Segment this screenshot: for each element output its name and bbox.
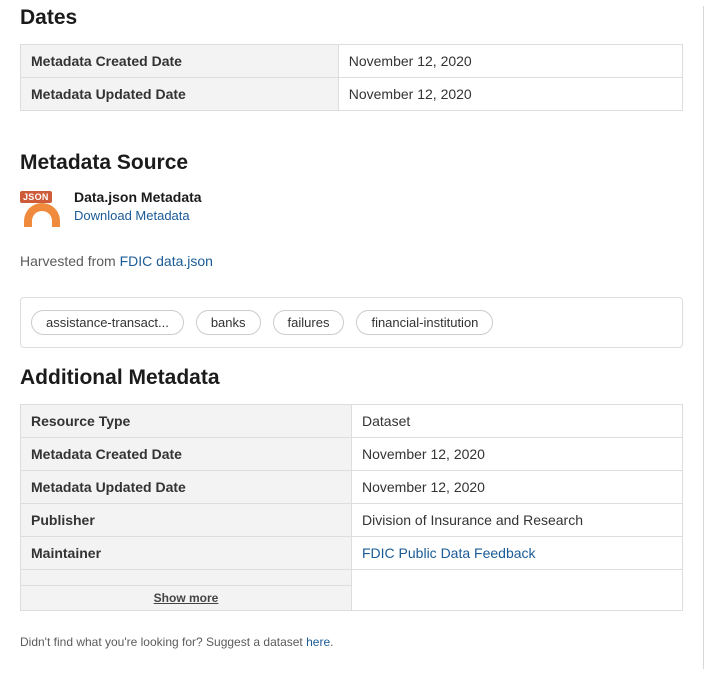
show-more-cell: Show more [21,586,352,611]
tag-item[interactable]: failures [273,310,345,335]
addl-label-4: Maintainer [21,537,352,570]
dates-table: Metadata Created Date November 12, 2020 … [20,44,683,111]
footer-note: Didn't find what you're looking for? Sug… [20,635,683,649]
table-row: Resource Type Dataset [21,405,683,438]
maintainer-link[interactable]: FDIC Public Data Feedback [362,545,536,561]
empty-td [352,570,683,611]
download-metadata-link[interactable]: Download Metadata [74,208,190,223]
tags-container: assistance-transact... banks failures fi… [20,297,683,348]
footer-period: . [330,635,333,649]
table-row: Maintainer FDIC Public Data Feedback [21,537,683,570]
metadata-source-row: JSON Data.json Metadata Download Metadat… [20,189,683,227]
addl-value-2: November 12, 2020 [352,471,683,504]
metadata-source-title: Data.json Metadata [74,189,202,205]
footer-text: Didn't find what you're looking for? Sug… [20,635,306,649]
table-row: Metadata Updated Date November 12, 2020 [21,471,683,504]
dates-label-1: Metadata Updated Date [21,78,339,111]
additional-metadata-heading: Additional Metadata [20,366,683,390]
addl-value-4: FDIC Public Data Feedback [352,537,683,570]
dates-value-1: November 12, 2020 [338,78,682,111]
dates-heading: Dates [20,6,683,30]
addl-value-1: November 12, 2020 [352,438,683,471]
table-row-empty [21,570,683,586]
addl-label-1: Metadata Created Date [21,438,352,471]
addl-value-3: Division of Insurance and Research [352,504,683,537]
table-row: Metadata Created Date November 12, 2020 [21,45,683,78]
metadata-source-heading: Metadata Source [20,151,683,175]
tag-item[interactable]: financial-institution [356,310,493,335]
table-row: Publisher Division of Insurance and Rese… [21,504,683,537]
dates-label-0: Metadata Created Date [21,45,339,78]
addl-label-2: Metadata Updated Date [21,471,352,504]
additional-metadata-table: Resource Type Dataset Metadata Created D… [20,404,683,611]
json-file-icon: JSON [20,189,60,227]
tag-item[interactable]: banks [196,310,261,335]
addl-value-0: Dataset [352,405,683,438]
empty-th [21,570,352,586]
table-row: Metadata Updated Date November 12, 2020 [21,78,683,111]
harvested-text: Harvested from FDIC data.json [20,253,683,269]
harvested-prefix: Harvested from [20,253,120,269]
table-row: Metadata Created Date November 12, 2020 [21,438,683,471]
suggest-dataset-link[interactable]: here [306,635,330,649]
addl-label-3: Publisher [21,504,352,537]
addl-label-0: Resource Type [21,405,352,438]
tag-item[interactable]: assistance-transact... [31,310,184,335]
dates-value-0: November 12, 2020 [338,45,682,78]
json-badge: JSON [20,191,52,203]
harvested-link[interactable]: FDIC data.json [120,253,213,269]
show-more-link[interactable]: Show more [154,591,219,605]
